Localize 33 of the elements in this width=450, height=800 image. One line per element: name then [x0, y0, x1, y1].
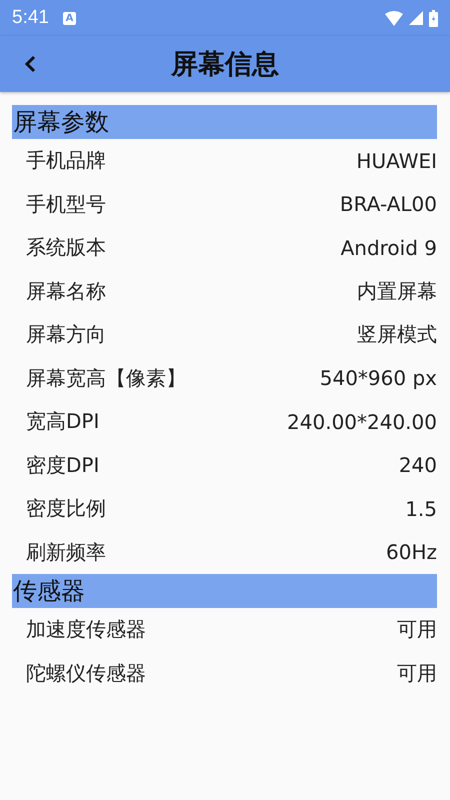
- info-value: 竖屏模式: [357, 321, 437, 348]
- section-header: 屏幕参数: [12, 105, 437, 139]
- status-time: 5:41: [12, 7, 49, 29]
- info-value: 可用: [397, 660, 437, 687]
- info-label: 系统版本: [26, 234, 106, 262]
- info-value: 240: [398, 453, 437, 478]
- info-value: Android 9: [340, 236, 437, 260]
- info-value: BRA-AL00: [340, 192, 437, 216]
- info-value: HUAWEI: [356, 148, 437, 173]
- info-label: 宽高DPI: [26, 408, 100, 436]
- info-label: 屏幕宽高【像素】: [26, 364, 186, 392]
- wifi-icon: [385, 10, 403, 26]
- info-value: 540*960 px: [320, 366, 437, 390]
- info-value: 240.00*240.00: [287, 410, 437, 434]
- page-title: 屏幕信息: [171, 48, 279, 82]
- info-value: 1.5: [405, 496, 437, 521]
- info-label: 手机型号: [26, 190, 106, 218]
- signal-icon: [409, 11, 423, 25]
- info-label: 屏幕名称: [26, 278, 106, 305]
- info-value: 可用: [397, 616, 437, 644]
- notification-icon: A: [62, 12, 76, 24]
- info-value: 60Hz: [386, 540, 437, 564]
- battery-icon: [429, 10, 438, 26]
- info-label: 屏幕方向: [26, 321, 106, 348]
- info-label: 陀螺仪传感器: [26, 660, 146, 687]
- info-label: 加速度传感器: [26, 616, 146, 644]
- info-label: 手机品牌: [26, 147, 106, 174]
- info-label: 密度DPI: [26, 452, 100, 479]
- back-icon: [24, 55, 36, 73]
- info-value: 内置屏幕: [357, 278, 437, 305]
- info-label: 刷新频率: [26, 538, 106, 566]
- info-label: 密度比例: [26, 495, 106, 522]
- section-header: 传感器: [12, 574, 437, 608]
